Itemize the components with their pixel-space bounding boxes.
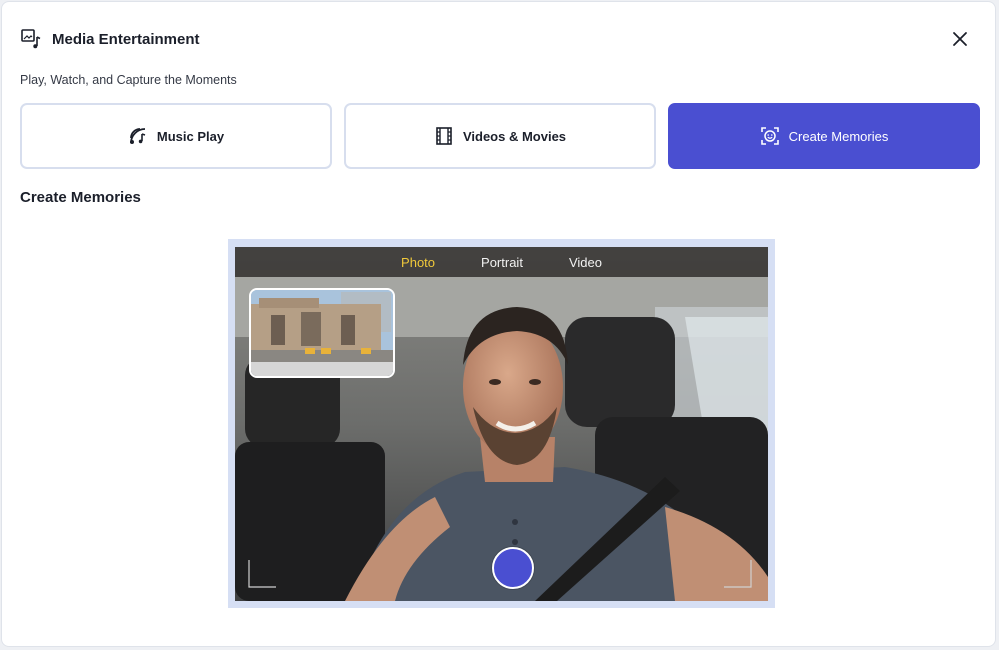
tab-videos-movies[interactable]: Videos & Movies — [344, 103, 656, 169]
frame-corner-bottom-left — [248, 560, 276, 588]
camera-viewer-frame: Photo Portrait Video — [228, 239, 775, 608]
mode-portrait[interactable]: Portrait — [481, 255, 523, 270]
tab-create-memories[interactable]: Create Memories — [668, 103, 980, 169]
dialog-header: Media Entertainment — [20, 28, 200, 50]
camera-preview[interactable]: Photo Portrait Video — [235, 247, 768, 601]
media-entertainment-dialog: Media Entertainment Play, Watch, and Cap… — [1, 1, 996, 647]
tab-label: Videos & Movies — [462, 128, 567, 144]
face-scan-icon — [760, 126, 780, 146]
tab-label: Create Memories — [788, 128, 889, 144]
film-strip-icon — [434, 126, 454, 146]
dialog-title: Media Entertainment — [52, 30, 200, 48]
tab-music-play[interactable]: Music Play — [20, 103, 332, 169]
train-station-image — [251, 290, 393, 376]
frame-corner-bottom-right — [724, 560, 752, 588]
section-title: Create Memories — [20, 189, 141, 206]
dialog-subtitle: Play, Watch, and Capture the Moments — [20, 73, 237, 87]
mode-photo[interactable]: Photo — [401, 255, 435, 270]
camera-mode-bar: Photo Portrait Video — [235, 247, 768, 277]
tab-bar: Music Play Videos & Movies Create Memori… — [20, 103, 980, 169]
shutter-button[interactable] — [492, 547, 534, 589]
picture-in-picture-thumbnail[interactable] — [249, 288, 395, 378]
close-button[interactable] — [949, 28, 971, 50]
signal-music-icon — [128, 126, 148, 146]
mode-video[interactable]: Video — [569, 255, 602, 270]
close-icon — [953, 32, 967, 46]
tab-label: Music Play — [156, 128, 225, 144]
media-music-icon — [20, 28, 42, 50]
